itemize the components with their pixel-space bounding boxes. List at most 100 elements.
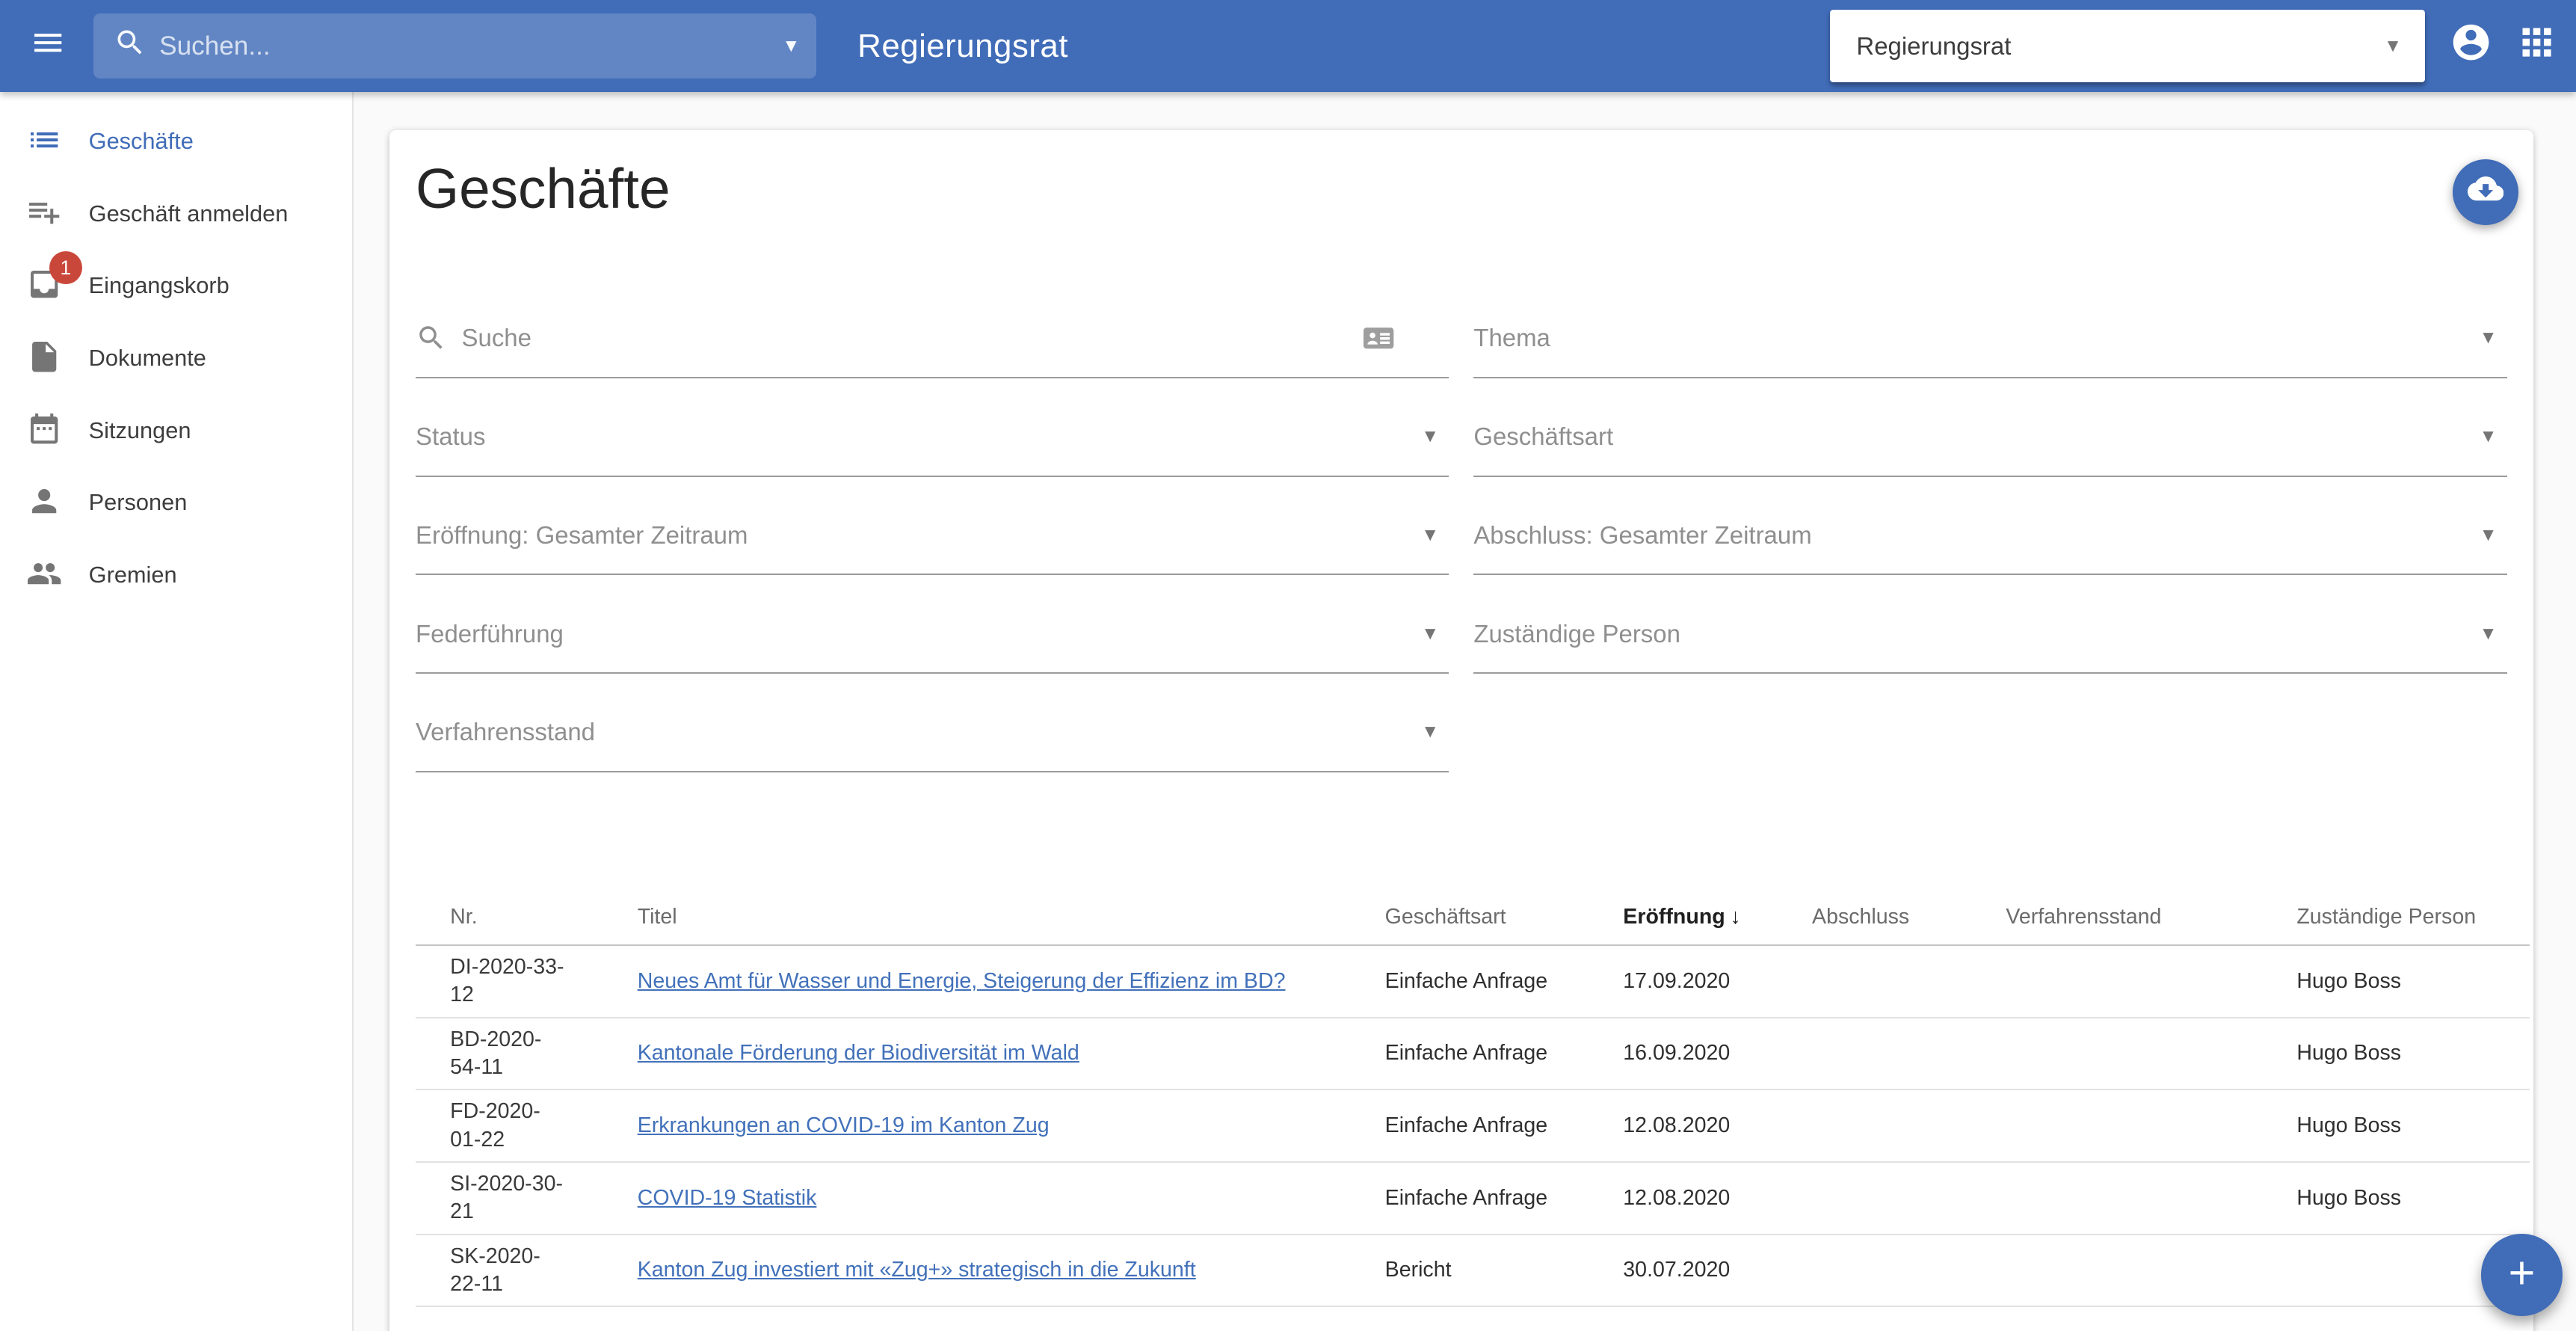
chevron-down-icon: ▼ xyxy=(1421,525,1439,546)
sidebar-item-geschaeft-anmelden[interactable]: Geschäft anmelden xyxy=(0,177,352,250)
table-row: SK-2020-22-11 Kanton Zug investiert mit … xyxy=(416,1235,2530,1307)
filter-label: Verfahrensstand xyxy=(416,718,1421,746)
cell-nr: FD-2020-01-22 xyxy=(416,1089,638,1162)
filter-zustaendige-person[interactable]: Zuständige Person ▼ xyxy=(1473,595,2506,674)
apps-grid-icon xyxy=(2515,21,2558,70)
contact-card-icon[interactable] xyxy=(1361,320,1396,356)
cell-titel: Kanton Zug investiert mit «Zug+» strateg… xyxy=(638,1235,1385,1307)
filter-eroeffnung-zeitraum[interactable]: Eröffnung: Gesamter Zeitraum ▼ xyxy=(416,497,1449,575)
geschaeft-link[interactable]: COVID-19 Statistik xyxy=(638,1186,817,1210)
app-viewport: ▼ Regierungsrat Regierungsrat ▼ Geschäft… xyxy=(0,0,2576,1331)
filter-label: Federführung xyxy=(416,620,1421,648)
export-button[interactable] xyxy=(2453,159,2518,225)
filter-federfuehrung[interactable]: Federführung ▼ xyxy=(416,595,1449,674)
geschaeft-link[interactable]: Kantonale Förderung der Biodiversität im… xyxy=(638,1041,1079,1065)
cell-nr: SI-2020-30-21 xyxy=(416,1162,638,1235)
cell-nr: DI-2020-33-12 xyxy=(416,945,638,1018)
filter-abschluss-zeitraum[interactable]: Abschluss: Gesamter Zeitraum ▼ xyxy=(1473,497,2506,575)
column-header-geschaeftsart[interactable]: Geschäftsart xyxy=(1385,889,1624,945)
sidebar-item-eingangskorb[interactable]: 1 Eingangskorb xyxy=(0,250,352,322)
cell-verfahrensstand xyxy=(2006,1162,2296,1235)
filter-thema[interactable]: Thema ▼ xyxy=(1473,299,2506,378)
people-icon xyxy=(26,556,66,595)
main-area: Geschäfte Suche Thema ▼ xyxy=(354,92,2576,1331)
filter-suche[interactable]: Suche xyxy=(416,299,1449,378)
filter-label: Status xyxy=(416,422,1421,451)
app-title: Regierungsrat xyxy=(857,28,1068,65)
cell-abschluss xyxy=(1812,1089,2006,1162)
chevron-down-icon: ▼ xyxy=(1421,624,1439,645)
sidebar-item-dokumente[interactable]: Dokumente xyxy=(0,322,352,395)
column-header-verfahrensstand[interactable]: Verfahrensstand xyxy=(2006,889,2296,945)
add-geschaeft-button[interactable]: + xyxy=(2481,1234,2563,1316)
sidebar-item-geschaefte[interactable]: Geschäfte xyxy=(0,105,352,178)
cell-zustaendige-person: Hugo Boss xyxy=(2296,1018,2530,1090)
column-header-nr[interactable]: Nr. xyxy=(416,889,638,945)
sidebar-item-personen[interactable]: Personen xyxy=(0,467,352,539)
column-header-zustaendige-person[interactable]: Zuständige Person xyxy=(2296,889,2530,945)
cell-abschluss xyxy=(1812,1235,2006,1307)
sidebar-item-label: Geschäft anmelden xyxy=(89,200,289,227)
chevron-down-icon: ▼ xyxy=(2480,426,2498,447)
sidebar-item-gremien[interactable]: Gremien xyxy=(0,539,352,612)
document-icon xyxy=(26,339,66,378)
cell-eroeffnung: 16.09.2020 xyxy=(1623,1018,1812,1090)
tenant-selector[interactable]: Regierungsrat ▼ xyxy=(1830,10,2425,82)
sort-desc-icon: ↓ xyxy=(1730,905,1740,929)
filter-geschaeftsart[interactable]: Geschäftsart ▼ xyxy=(1473,398,2506,476)
global-search[interactable]: ▼ xyxy=(93,13,816,79)
table-row: BD-2020-54-11 Kantonale Förderung der Bi… xyxy=(416,1018,2530,1090)
inbox-icon: 1 xyxy=(26,266,66,306)
search-icon xyxy=(416,322,447,354)
table-row: DI-2020-33-12 Neues Amt für Wasser und E… xyxy=(416,945,2530,1018)
apps-menu-button[interactable] xyxy=(2503,13,2569,79)
person-icon xyxy=(26,483,66,523)
cell-geschaeftsart: Bericht xyxy=(1385,1235,1624,1307)
page-title: Geschäfte xyxy=(416,156,2507,221)
chevron-down-icon[interactable]: ▼ xyxy=(782,36,800,57)
inbox-count-badge: 1 xyxy=(49,251,82,284)
filter-status[interactable]: Status ▼ xyxy=(416,398,1449,476)
geschaeft-link[interactable]: Kanton Zug investiert mit «Zug+» strateg… xyxy=(638,1258,1196,1282)
geschaefte-table: Nr. Titel Geschäftsart Eröffnung↓ Abschl… xyxy=(416,889,2530,1307)
list-icon xyxy=(26,122,66,162)
menu-button[interactable] xyxy=(11,10,84,82)
cell-titel: COVID-19 Statistik xyxy=(638,1162,1385,1235)
chevron-down-icon: ▼ xyxy=(2480,328,2498,348)
chevron-down-icon: ▼ xyxy=(1421,426,1439,447)
cell-geschaeftsart: Einfache Anfrage xyxy=(1385,1089,1624,1162)
filter-label: Abschluss: Gesamter Zeitraum xyxy=(1473,521,2479,550)
chevron-down-icon: ▼ xyxy=(2480,624,2498,645)
tenant-selector-value: Regierungsrat xyxy=(1856,32,2384,61)
table-row: SI-2020-30-21 COVID-19 Statistik Einfach… xyxy=(416,1162,2530,1235)
table-header-row: Nr. Titel Geschäftsart Eröffnung↓ Abschl… xyxy=(416,889,2530,945)
column-header-eroeffnung[interactable]: Eröffnung↓ xyxy=(1623,889,1812,945)
account-button[interactable] xyxy=(2438,13,2503,79)
sidebar-item-label: Eingangskorb xyxy=(89,272,229,299)
geschaeft-link[interactable]: Neues Amt für Wasser und Energie, Steige… xyxy=(638,969,1286,993)
sidebar-nav: Geschäfte Geschäft anmelden 1 Eingangsko… xyxy=(0,92,354,1331)
cell-zustaendige-person: Hugo Boss xyxy=(2296,945,2530,1018)
menu-icon xyxy=(30,25,66,67)
cell-abschluss xyxy=(1812,1162,2006,1235)
column-header-titel[interactable]: Titel xyxy=(638,889,1385,945)
plus-icon: + xyxy=(2509,1250,2536,1297)
sidebar-item-label: Dokumente xyxy=(89,345,206,372)
search-icon xyxy=(114,26,147,66)
cell-verfahrensstand xyxy=(2006,1235,2296,1307)
filter-verfahrensstand[interactable]: Verfahrensstand ▼ xyxy=(416,694,1449,772)
geschaeft-link[interactable]: Erkrankungen an COVID-19 im Kanton Zug xyxy=(638,1113,1050,1137)
cell-zustaendige-person: Hugo Boss xyxy=(2296,1162,2530,1235)
cell-verfahrensstand xyxy=(2006,1089,2296,1162)
sidebar-item-sitzungen[interactable]: Sitzungen xyxy=(0,394,352,467)
cell-geschaeftsart: Einfache Anfrage xyxy=(1385,945,1624,1018)
column-header-abschluss[interactable]: Abschluss xyxy=(1812,889,2006,945)
filter-label: Thema xyxy=(1473,324,2479,352)
global-search-input[interactable] xyxy=(159,31,772,61)
cell-eroeffnung: 12.08.2020 xyxy=(1623,1162,1812,1235)
cell-nr: SK-2020-22-11 xyxy=(416,1235,638,1307)
filter-panel: Suche Thema ▼ Status ▼ Geschäftsart ▼ xyxy=(416,299,2507,772)
filter-label: Geschäftsart xyxy=(1473,422,2479,451)
cloud-download-icon xyxy=(2468,170,2503,213)
cell-abschluss xyxy=(1812,945,2006,1018)
